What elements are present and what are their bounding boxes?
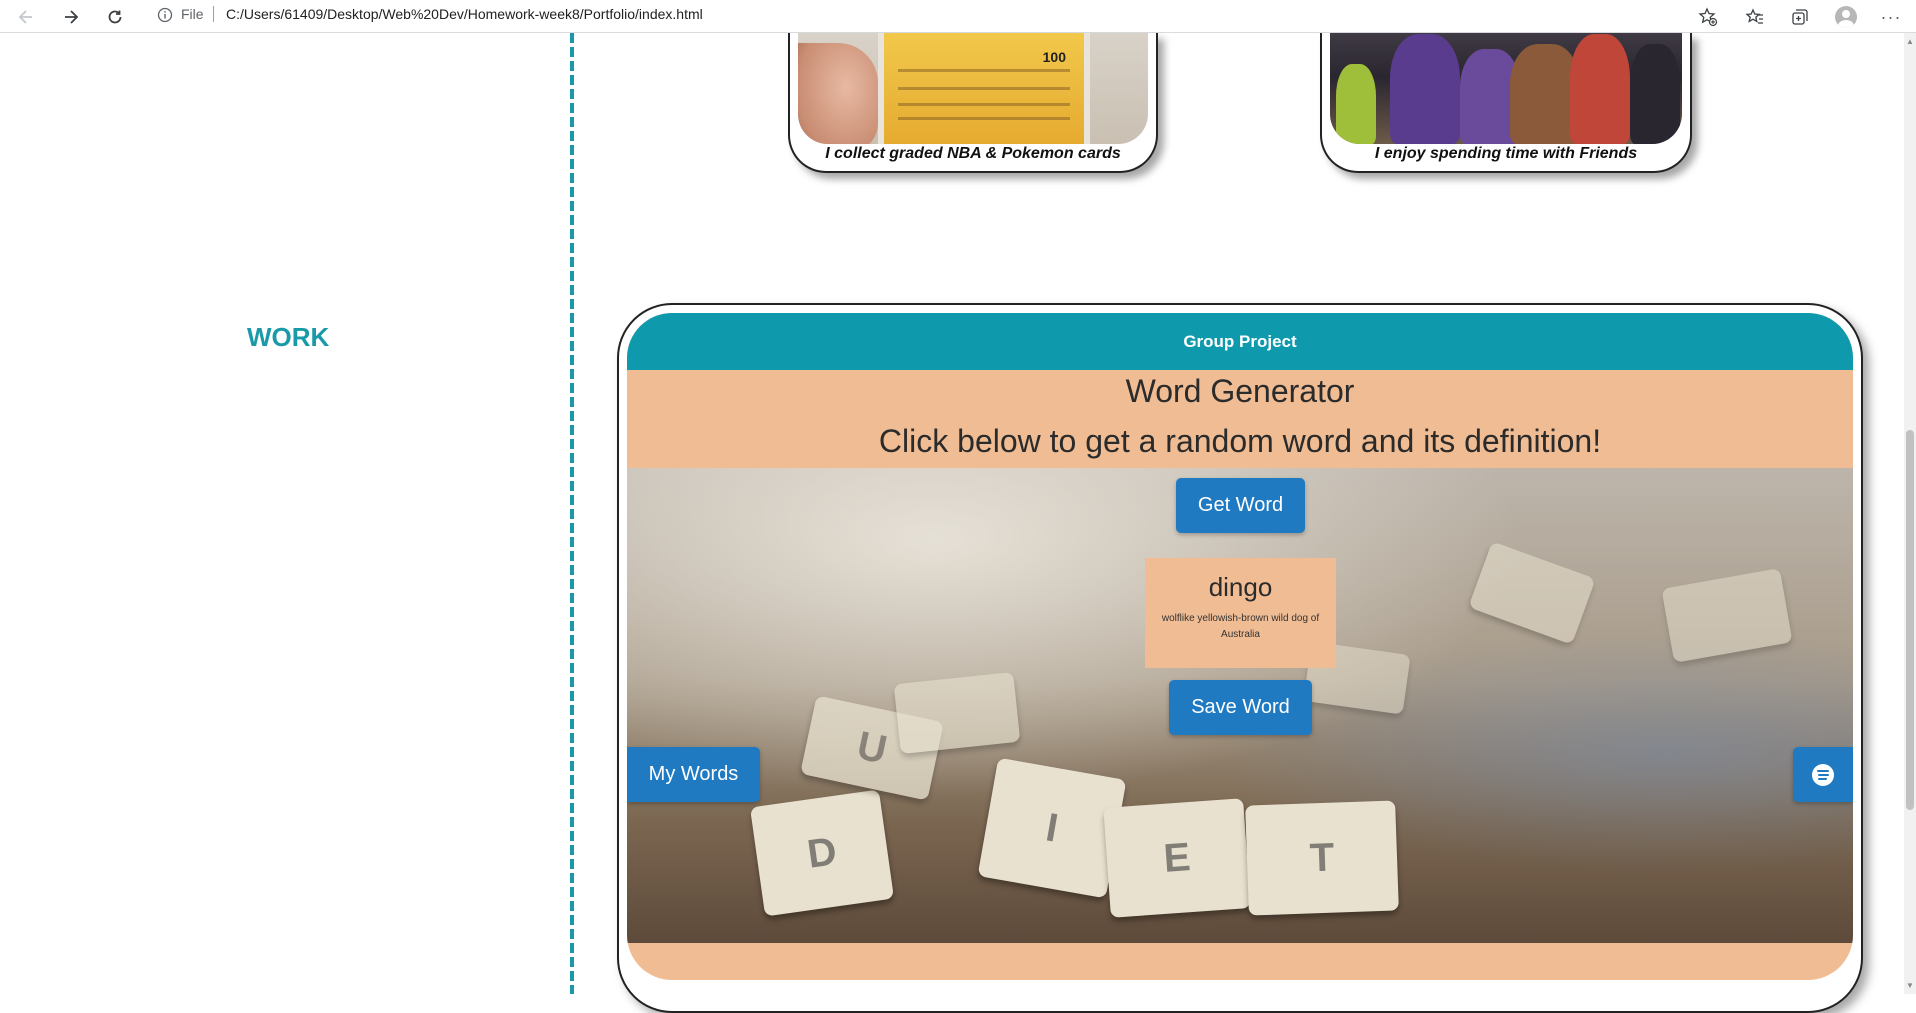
scroll-down-arrow[interactable]: ▼	[1905, 980, 1915, 990]
save-word-button[interactable]: Save Word	[1169, 680, 1312, 735]
photo-card-cards: 100 I collect graded NBA & Pokemon cards	[788, 33, 1158, 173]
favorites-icon	[1745, 8, 1763, 24]
forward-button[interactable]	[57, 3, 85, 31]
spotify-icon	[1812, 763, 1834, 786]
info-icon[interactable]	[157, 7, 173, 23]
word-definition: wolflike yellowish-brown wild dog of Aus…	[1161, 613, 1320, 640]
profile-button[interactable]	[1832, 3, 1860, 31]
get-word-button[interactable]: Get Word	[1176, 478, 1305, 533]
app-title: Word Generator	[1125, 373, 1355, 409]
word-result-card: dingo wolflike yellowish-brown wild dog …	[1145, 558, 1336, 668]
collections-icon	[1792, 9, 1808, 25]
scroll-up-arrow[interactable]: ▲	[1905, 36, 1915, 46]
add-favorite-icon	[1698, 7, 1718, 27]
work-section-label: WORK	[247, 322, 330, 352]
spotify-button[interactable]	[1793, 747, 1853, 802]
back-icon	[18, 10, 32, 24]
section-divider	[570, 33, 574, 994]
back-button[interactable]	[12, 3, 40, 31]
word-text: dingo	[1208, 572, 1273, 602]
graded-card-photo: 100	[798, 33, 1148, 144]
more-icon: ···	[1880, 7, 1902, 27]
forward-icon	[65, 10, 79, 24]
favorites-button[interactable]	[1741, 3, 1769, 31]
card-hp-value: 100	[1042, 49, 1066, 65]
project-preview[interactable]: Group Project Word Generator Click below…	[627, 313, 1853, 980]
photo-card-friends: I enjoy spending time with Friends	[1320, 33, 1692, 173]
photo-caption: I collect graded NBA & Pokemon cards	[825, 145, 1121, 162]
friends-photo	[1330, 33, 1682, 144]
file-scheme-label: File	[181, 6, 204, 22]
project-header: Group Project	[627, 313, 1853, 370]
address-bar[interactable]: C:/Users/61409/Desktop/Web%20Dev/Homewor…	[226, 6, 703, 22]
reload-icon	[108, 10, 122, 24]
more-button[interactable]: ···	[1877, 3, 1905, 31]
my-words-button[interactable]: My Words	[627, 747, 760, 802]
address-separator	[213, 6, 214, 22]
profile-icon	[1835, 6, 1857, 28]
collections-button[interactable]	[1786, 3, 1814, 31]
photo-caption: I enjoy spending time with Friends	[1374, 145, 1638, 162]
app-subtitle: Click below to get a random word and its…	[878, 423, 1602, 459]
browser-toolbar: File C:/Users/61409/Desktop/Web%20Dev/Ho…	[0, 0, 1916, 33]
add-favorite-button[interactable]	[1694, 3, 1722, 31]
scrollbar-thumb[interactable]	[1906, 430, 1914, 810]
reload-button[interactable]	[101, 3, 129, 31]
